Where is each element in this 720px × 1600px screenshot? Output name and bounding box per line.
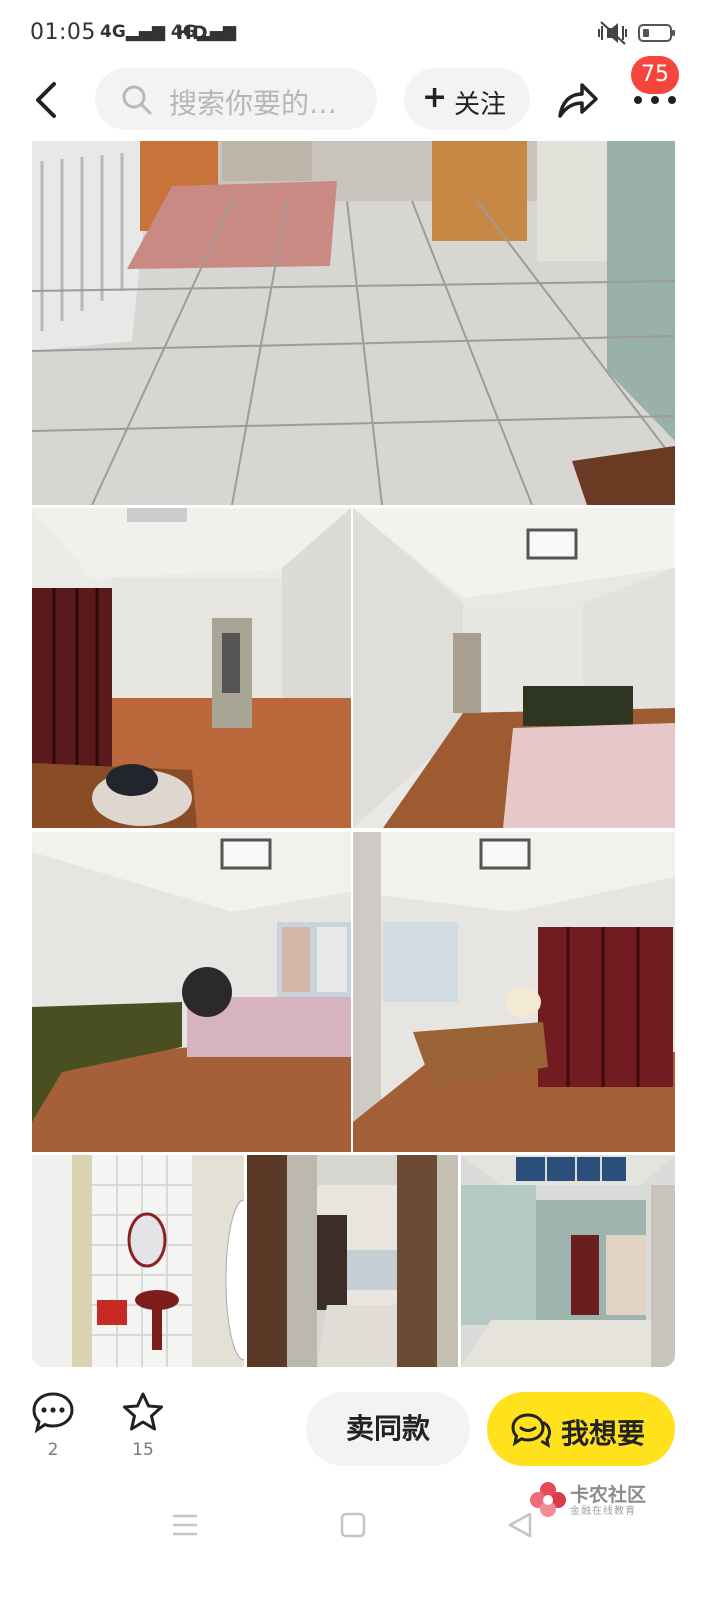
search-bar[interactable]: 搜索你要的… [95,68,377,130]
notification-badge: 75 [631,56,679,94]
photo-hallway[interactable] [461,1155,675,1367]
comment-icon [32,1392,74,1434]
follow-label: 关注 [454,90,507,120]
plus-icon: + [422,80,448,115]
status-time: 01:05 [30,20,96,45]
photo-bathroom[interactable] [32,1155,244,1367]
menu-icon[interactable] [171,1512,199,1538]
bottom-action-bar: 2 15 卖同款 我想要 [0,1380,720,1490]
chat-icon [511,1413,551,1448]
photo-bedroom-1[interactable] [32,508,351,828]
share-icon[interactable] [556,78,600,122]
follow-button[interactable]: + 关注 [404,68,530,130]
sell-same-button[interactable]: 卖同款 [306,1392,470,1466]
system-nav-bar [0,1500,720,1600]
search-icon [122,85,152,115]
photo-bedroom-2[interactable] [353,508,675,828]
battery-icon [638,24,675,42]
signal-indicator: 4G▂▄▆ 4G▂▄▆ [100,22,236,42]
photo-bedroom-3[interactable] [32,832,351,1152]
back-nav-icon[interactable] [506,1511,534,1539]
vibrate-mute-icon [598,21,627,45]
want-button[interactable]: 我想要 [487,1392,675,1466]
photo-living-floor[interactable] [32,141,675,505]
star-icon [123,1392,163,1431]
hd-indicator: HD [176,22,208,44]
comment-button[interactable]: 2 [30,1390,76,1460]
comment-count: 2 [47,1440,59,1460]
status-bar: 01:05 4G▂▄▆ 4G▂▄▆ HD [0,0,720,64]
favorite-count: 15 [132,1440,154,1460]
favorite-button[interactable]: 15 [120,1390,166,1460]
want-label: 我想要 [561,1417,646,1450]
back-icon[interactable] [28,76,68,124]
photo-balcony[interactable] [247,1155,458,1367]
home-icon[interactable] [340,1512,366,1538]
search-placeholder: 搜索你要的… [169,87,338,120]
photo-bedroom-4[interactable] [353,832,675,1152]
top-nav: 搜索你要的… + 关注 75 [0,56,720,136]
